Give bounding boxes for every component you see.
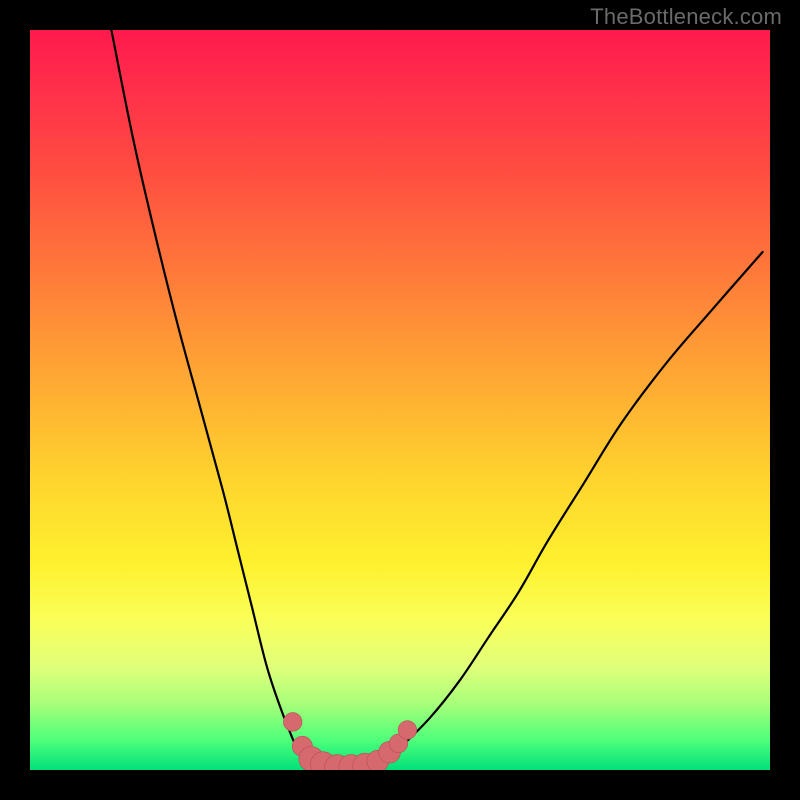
watermark-text: TheBottleneck.com [590, 4, 782, 30]
curve-marker [398, 721, 417, 740]
bottleneck-curve [111, 30, 762, 768]
curve-markers [283, 713, 416, 770]
curve-marker [283, 713, 302, 732]
plot-area [30, 30, 770, 770]
curve-svg [30, 30, 770, 770]
chart-frame: TheBottleneck.com [0, 0, 800, 800]
